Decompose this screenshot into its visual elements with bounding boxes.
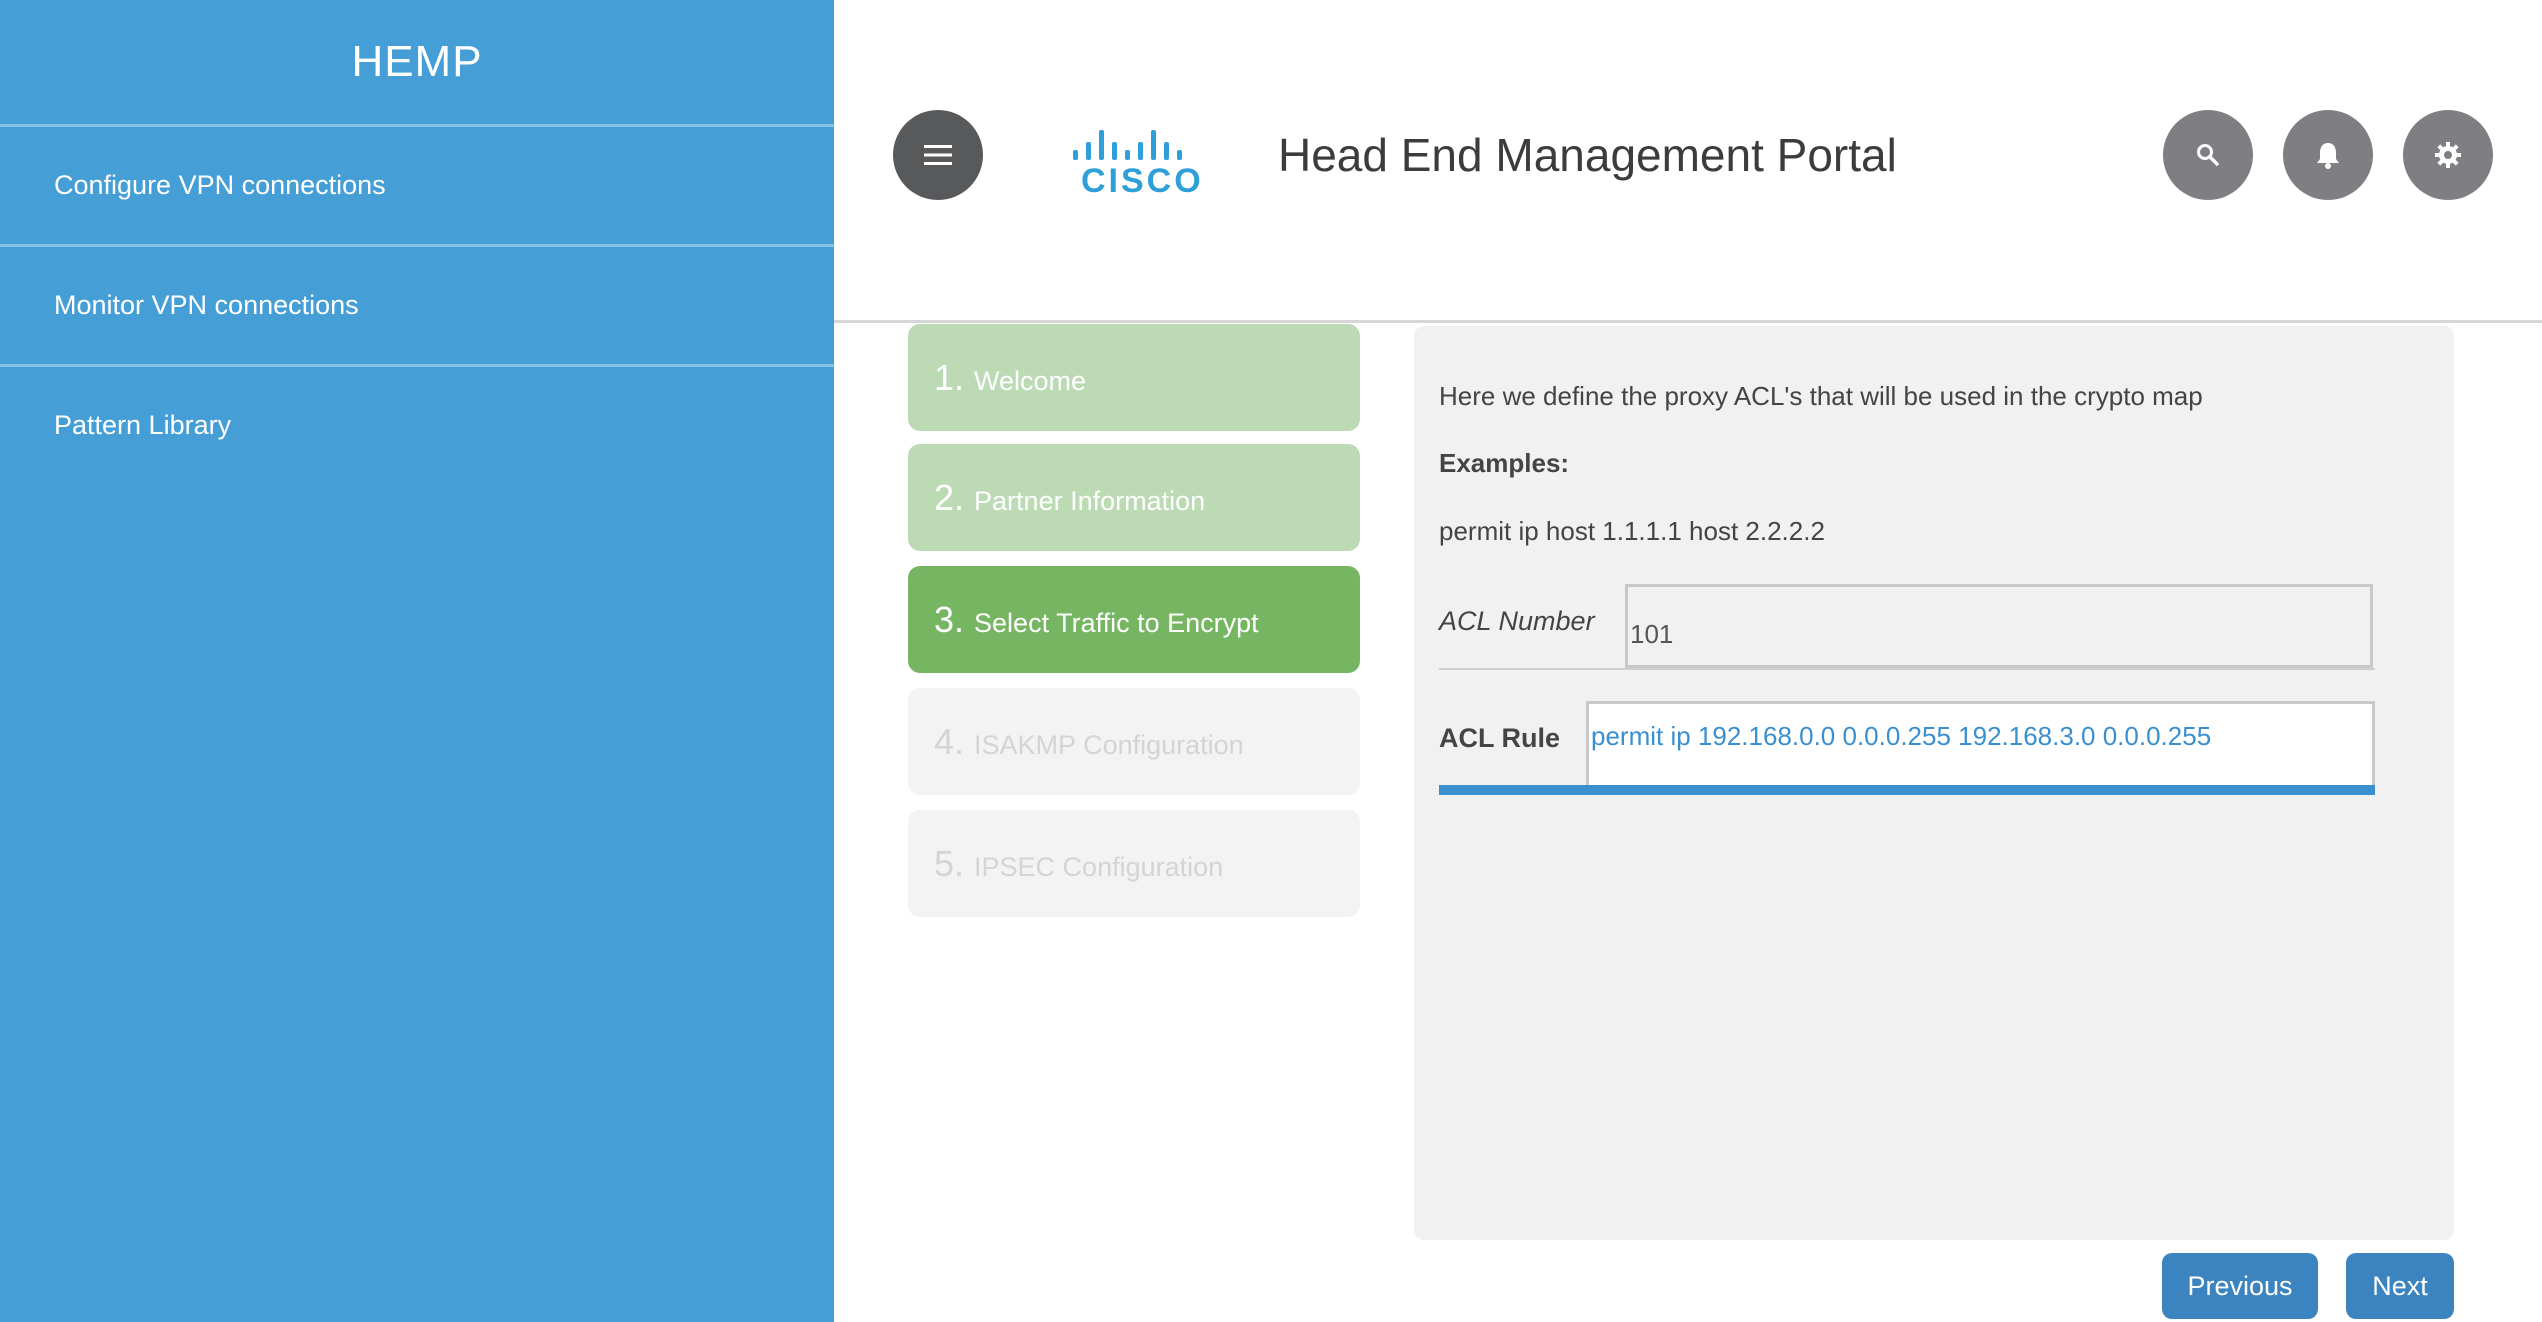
bell-icon [2317, 143, 2339, 169]
acl-rule-label: ACL Rule [1439, 723, 1561, 753]
hamburger-menu-icon [924, 145, 952, 165]
sidebar: HEMP Configure VPN connections Monitor V… [0, 0, 834, 1322]
examples-heading: Examples: [1439, 448, 1570, 478]
step-label: Partner Information [974, 486, 1206, 516]
acl-number-row: ACL Number [1439, 584, 2375, 670]
sidebar-item-pattern-library[interactable]: Pattern Library [0, 367, 834, 484]
acl-form-panel: Here we define the proxy ACL's that will… [1414, 326, 2454, 1240]
notifications-button[interactable] [2283, 110, 2373, 200]
step-label: Welcome [974, 366, 1087, 396]
step-label: IPSEC Configuration [974, 852, 1224, 882]
acl-number-input[interactable] [1625, 584, 2373, 668]
next-button[interactable]: Next [2346, 1253, 2454, 1319]
settings-button[interactable] [2403, 110, 2493, 200]
example-text: permit ip host 1.1.1.1 host 2.2.2.2 [1439, 516, 1825, 546]
acl-rule-row: ACL Rule [1439, 701, 2375, 795]
cisco-logo: CISCO [1071, 120, 1201, 200]
sidebar-item-configure-vpn[interactable]: Configure VPN connections [0, 127, 834, 247]
step-label: Select Traffic to Encrypt [974, 608, 1259, 638]
intro-text: Here we define the proxy ACL's that will… [1439, 381, 2203, 411]
acl-rule-input[interactable] [1586, 701, 2375, 785]
step-number: 3. [934, 598, 965, 640]
sidebar-item-monitor-vpn[interactable]: Monitor VPN connections [0, 247, 834, 367]
acl-rule-focus-underline [1439, 785, 2375, 795]
step-number: 1. [934, 356, 965, 398]
menu-button[interactable] [893, 110, 983, 200]
step-number: 4. [934, 720, 965, 762]
step-isakmp-configuration[interactable]: 4. ISAKMP Configuration [908, 688, 1360, 795]
page-title: Head End Management Portal [1278, 129, 1897, 181]
search-icon [2197, 144, 2219, 166]
cisco-logo-text: CISCO [1081, 162, 1204, 200]
gear-icon [2435, 142, 2461, 168]
step-number: 2. [934, 476, 965, 518]
step-ipsec-configuration[interactable]: 5. IPSEC Configuration [908, 810, 1360, 917]
previous-button[interactable]: Previous [2162, 1253, 2318, 1319]
acl-number-label: ACL Number [1439, 606, 1595, 636]
step-label: ISAKMP Configuration [974, 730, 1244, 760]
step-select-traffic[interactable]: 3. Select Traffic to Encrypt [908, 566, 1360, 673]
search-button[interactable] [2163, 110, 2253, 200]
header: CISCO Head End Management Portal [834, 0, 2542, 323]
step-welcome[interactable]: 1. Welcome [908, 324, 1360, 431]
step-partner-information[interactable]: 2. Partner Information [908, 444, 1360, 551]
step-number: 5. [934, 842, 965, 884]
app-brand: HEMP [0, 0, 834, 127]
